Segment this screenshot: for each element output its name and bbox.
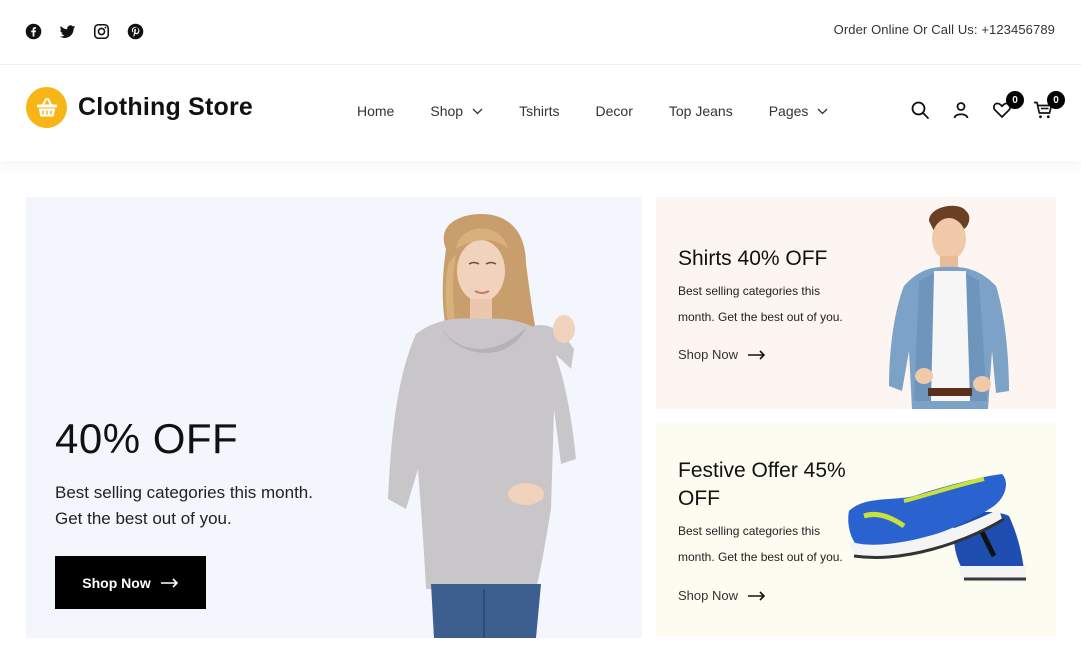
- instagram-icon[interactable]: [93, 23, 110, 40]
- search-icon[interactable]: [910, 100, 930, 120]
- nav-top-jeans-label: Top Jeans: [668, 103, 733, 119]
- top-bar: Order Online Or Call Us: +123456789: [0, 0, 1081, 65]
- cart-icon[interactable]: 0: [1033, 91, 1065, 120]
- hero-description: Best selling categories this month. Get …: [55, 483, 313, 528]
- promo-title-shirts: Shirts 40% OFF: [678, 247, 828, 270]
- chevron-down-icon: [817, 108, 828, 114]
- wishlist-icon[interactable]: 0: [992, 91, 1024, 120]
- promo-shop-now-link-shirts[interactable]: Shop Now: [678, 347, 766, 362]
- nav-tshirts-label: Tshirts: [519, 103, 560, 119]
- twitter-icon[interactable]: [59, 23, 76, 40]
- nav-tshirts[interactable]: Tshirts: [519, 103, 559, 119]
- promo-description-shirts: Best selling categories this month. Get …: [678, 284, 843, 324]
- cart-count-badge: 0: [1047, 91, 1065, 109]
- nav-pages-label: Pages: [768, 103, 809, 119]
- chevron-down-icon: [472, 108, 483, 114]
- nav-shop[interactable]: Shop: [430, 103, 483, 119]
- nav-pages[interactable]: Pages: [769, 103, 829, 119]
- nav-home[interactable]: Home: [357, 103, 394, 119]
- promo-card-shirts: Shirts 40% OFF Best selling categories t…: [656, 197, 1056, 409]
- logo-text: Clothing Store: [78, 93, 254, 121]
- user-icon[interactable]: [951, 100, 971, 120]
- promo-title-festive: Festive Offer 45% OFF: [678, 459, 846, 510]
- hero-title: 40% OFF: [55, 415, 239, 462]
- social-links: [25, 23, 144, 40]
- nav-shop-label: Shop: [430, 103, 464, 119]
- hero-shop-now-button[interactable]: Shop Now: [55, 556, 206, 609]
- promo-description-festive: Best selling categories this month. Get …: [678, 524, 843, 564]
- contact-info: Order Online Or Call Us: +123456789: [833, 22, 1055, 37]
- basket-icon: [26, 87, 67, 128]
- pinterest-icon[interactable]: [127, 23, 144, 40]
- main-header: Clothing Store Home Shop Tshirts Decor T…: [0, 66, 1081, 161]
- nav-top-jeans[interactable]: Top Jeans: [669, 103, 733, 119]
- hero-model-image: [388, 214, 576, 638]
- facebook-icon[interactable]: [25, 23, 42, 40]
- promo-shop-now-link-festive[interactable]: Shop Now: [678, 588, 766, 603]
- hero-shop-now-label: Shop Now: [82, 574, 151, 591]
- promo-shop-now-label: Shop Now: [678, 347, 738, 362]
- nav-decor[interactable]: Decor: [596, 103, 633, 119]
- main-nav: Home Shop Tshirts Decor Top Jeans Pages: [357, 103, 864, 119]
- nav-home-label: Home: [357, 103, 395, 119]
- wishlist-count-badge: 0: [1006, 91, 1024, 109]
- promo-shoes-image: [848, 474, 1026, 583]
- arrow-right-icon: [160, 577, 178, 588]
- promo-shop-now-label: Shop Now: [678, 588, 738, 603]
- hero-banner: 40% OFF Best selling categories this mon…: [26, 197, 642, 638]
- nav-decor-label: Decor: [595, 103, 633, 119]
- arrow-right-icon: [747, 349, 766, 360]
- arrow-right-icon: [747, 590, 766, 601]
- header-actions: 0 0: [889, 91, 1065, 120]
- store-logo[interactable]: Clothing Store: [26, 87, 253, 128]
- promo-model-image: [889, 205, 1009, 409]
- promo-card-festive: Festive Offer 45% OFF Best selling categ…: [656, 423, 1056, 636]
